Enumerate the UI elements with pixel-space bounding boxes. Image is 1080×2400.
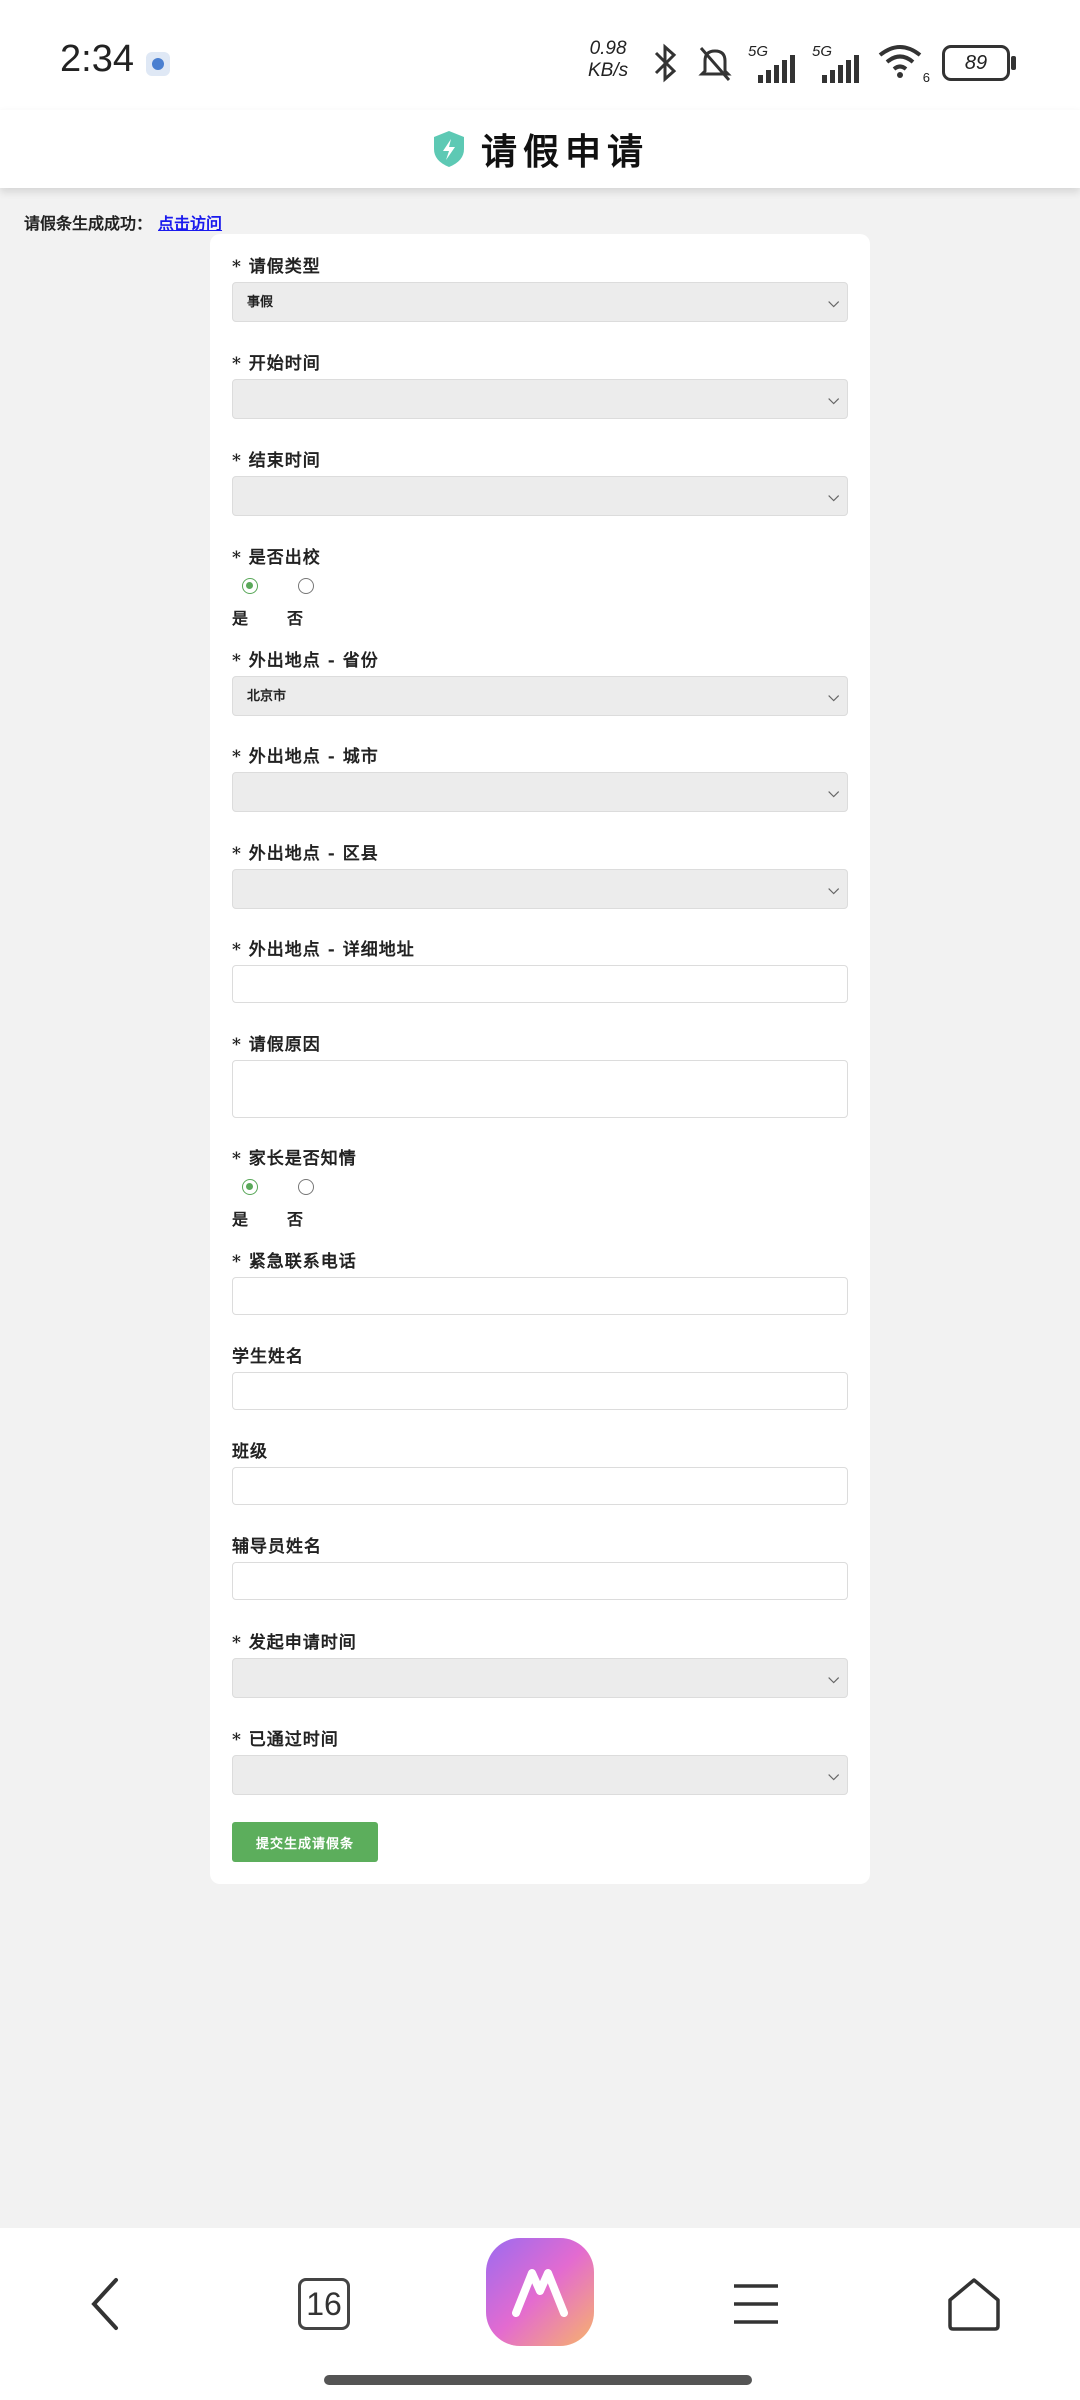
approved-time-field: * 已通过时间 ⌵ [232,1725,850,1795]
district-select[interactable]: ⌵ [232,869,848,909]
menu-button[interactable] [716,2264,796,2344]
clock: 2:34 [60,38,134,80]
province-select[interactable]: 北京市 ⌵ [232,676,848,716]
address-field: * 外出地点 - 详细地址 [232,935,850,1003]
end-time-select[interactable]: ⌵ [232,476,848,516]
reason-textarea[interactable] [232,1060,848,1118]
emergency-phone-input[interactable] [232,1277,848,1315]
student-name-input[interactable] [232,1372,848,1410]
class-field: 班级 [232,1437,850,1505]
back-button[interactable] [66,2264,146,2344]
ai-assistant-button[interactable] [486,2238,594,2346]
ai-app-icon [486,2238,594,2346]
leave-school-yes-radio[interactable] [242,578,258,594]
submit-button[interactable]: 提交生成请假条 [232,1822,378,1862]
apply-time-field: * 发起申请时间 ⌵ [232,1628,850,1698]
leave-type-select[interactable]: 事假 ⌵ [232,282,848,322]
tabs-count: 16 [298,2278,350,2330]
shield-bolt-icon [433,131,464,167]
parent-aware-field: * 家长是否知情 是否 [232,1149,357,1229]
start-time-field: * 开始时间 ⌵ [232,349,850,419]
class-input[interactable] [232,1467,848,1505]
start-time-select[interactable]: ⌵ [232,379,848,419]
end-time-field: * 结束时间 ⌵ [232,446,850,516]
success-message: 请假条生成成功： 点击访问 [24,214,223,233]
leave-school-field: * 是否出校 是否 [232,548,321,628]
chevron-down-icon: ⌵ [828,1671,839,1687]
mute-bell-icon [698,47,732,81]
reason-field: * 请假原因 [232,1030,850,1118]
parent-aware-no-radio[interactable] [298,1179,314,1195]
chevron-down-icon: ⌵ [828,489,839,505]
page-header: 请假申请 [0,110,1080,188]
chevron-down-icon: ⌵ [828,295,839,311]
wifi-icon: 6 [876,43,930,85]
gesture-bar [324,2375,752,2385]
district-field: * 外出地点 - 区县 ⌵ [232,839,850,909]
chevron-down-icon: ⌵ [828,689,839,705]
back-arrow-icon [91,2278,118,2330]
city-select[interactable]: ⌵ [232,772,848,812]
home-icon [948,2278,1000,2331]
emergency-phone-field: * 紧急联系电话 [232,1247,850,1315]
chevron-down-icon: ⌵ [828,392,839,408]
page-title: 请假申请 [480,131,649,173]
approved-time-select[interactable]: ⌵ [232,1755,848,1795]
status-bar: 2:34 0.98 KB/s 5G 5G 6 89 [0,0,1080,125]
notification-icon [146,52,170,76]
tabs-button[interactable]: 16 [284,2264,364,2344]
status-icons: 5G 5G 6 89 [648,38,1016,88]
apply-time-select[interactable]: ⌵ [232,1658,848,1698]
leave-type-field: * 请假类型 事假 ⌵ [232,252,850,322]
chevron-down-icon: ⌵ [828,882,839,898]
visit-link[interactable]: 点击访问 [158,214,222,233]
address-input[interactable] [232,965,848,1003]
parent-aware-yes-radio[interactable] [242,1179,258,1195]
city-field: * 外出地点 - 城市 ⌵ [232,742,850,812]
bluetooth-icon [654,43,677,83]
chevron-down-icon: ⌵ [828,1768,839,1784]
student-name-field: 学生姓名 [232,1342,850,1410]
counselor-input[interactable] [232,1562,848,1600]
counselor-field: 辅导员姓名 [232,1532,850,1600]
leave-school-no-radio[interactable] [298,578,314,594]
chevron-down-icon: ⌵ [828,785,839,801]
home-button[interactable] [934,2264,1014,2344]
battery-icon: 89 [942,45,1016,81]
leave-form: * 请假类型 事假 ⌵ * 开始时间 ⌵ * 结束时间 ⌵ * 是否出校 是否 *… [210,234,870,1884]
cell-signal-2-icon: 5G [812,43,862,83]
menu-icon [734,2284,778,2324]
network-speed: 0.98 KB/s [588,38,629,81]
cell-signal-1-icon: 5G [748,43,798,83]
province-field: * 外出地点 - 省份 北京市 ⌵ [232,646,850,716]
